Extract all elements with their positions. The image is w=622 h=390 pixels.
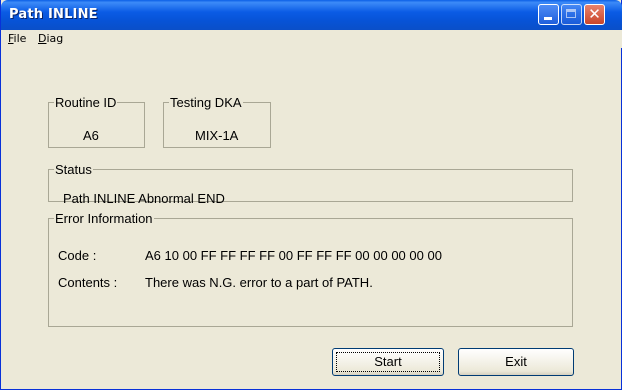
error-contents-value: There was N.G. error to a part of PATH. [145, 275, 373, 290]
menu-file-label: ile [13, 32, 27, 45]
routine-id-group: Routine ID A6 [48, 95, 145, 148]
testing-dka-value: MIX-1A [195, 128, 239, 143]
testing-dka-group: Testing DKA MIX-1A [163, 95, 271, 148]
minimize-button[interactable] [538, 4, 559, 25]
close-button[interactable]: ✕ [584, 4, 605, 25]
error-contents-label: Contents : [58, 275, 118, 290]
exit-button[interactable]: Exit [458, 348, 574, 376]
routine-id-value: A6 [83, 128, 99, 143]
routine-id-label: Routine ID [55, 95, 117, 110]
error-information-group: Error Information Code : A6 10 00 FF FF … [48, 211, 573, 327]
path-inline-window: Path INLINE ✕ File Diag Routine ID A6 Te… [0, 0, 622, 390]
focus-ring [336, 352, 440, 372]
menu-bar: File Diag [1, 30, 622, 48]
window-title: Path INLINE [9, 7, 98, 22]
status-value: Path INLINE Abnormal END [63, 191, 225, 206]
maximize-button[interactable] [561, 4, 582, 25]
error-code-label: Code : [58, 248, 97, 263]
title-bar[interactable]: Path INLINE ✕ [1, 0, 622, 30]
start-button[interactable]: Start [332, 348, 444, 376]
close-icon: ✕ [588, 5, 601, 23]
minimize-icon [544, 17, 552, 20]
maximize-icon [566, 9, 576, 18]
menu-diag[interactable]: Diag [38, 32, 63, 45]
status-label: Status [55, 162, 92, 177]
error-code-value: A6 10 00 FF FF FF FF 00 FF FF FF 00 00 0… [145, 248, 442, 263]
error-information-label: Error Information [55, 211, 153, 226]
testing-dka-label: Testing DKA [170, 95, 242, 110]
exit-button-label: Exit [505, 354, 527, 369]
menu-diag-label: iag [46, 32, 64, 45]
menu-file[interactable]: File [8, 32, 26, 45]
status-group: Status Path INLINE Abnormal END [48, 162, 573, 206]
